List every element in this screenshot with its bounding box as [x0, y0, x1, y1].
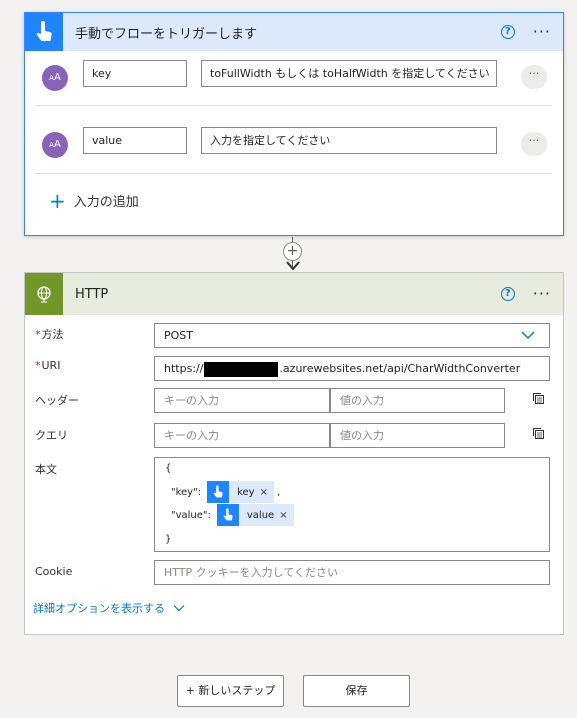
uri-field[interactable]: https://.azurewebsites.net/api/CharWidth…: [154, 356, 550, 381]
divider: [35, 105, 552, 106]
cookie-label: Cookie: [35, 565, 73, 578]
arrow-down-icon: [286, 261, 300, 271]
dynamic-content-token[interactable]: key ×: [207, 481, 274, 503]
headers-label: ヘッダー: [35, 394, 79, 407]
method-value: POST: [164, 329, 193, 342]
cookie-input[interactable]: HTTP クッキーを入力してください: [154, 560, 550, 585]
text-input-type-icon: AA: [42, 65, 68, 91]
advanced-options-label: 詳細オプションを表示する: [33, 602, 165, 615]
switch-to-text-mode-icon[interactable]: [532, 427, 546, 441]
manual-trigger-icon: [216, 504, 239, 526]
headers-value-input[interactable]: 値の入力: [330, 388, 505, 413]
dynamic-content-token[interactable]: value ×: [216, 504, 294, 526]
redacted-block: [204, 361, 279, 377]
manual-trigger-icon: [207, 481, 230, 503]
globe-icon: [25, 273, 63, 315]
chevron-down-icon: [173, 605, 185, 612]
switch-to-text-mode-icon[interactable]: [532, 392, 546, 406]
add-input-label: 入力の追加: [73, 195, 139, 210]
body-key-line: "key": key × ,: [165, 481, 280, 503]
queries-label: クエリ: [35, 429, 68, 442]
trigger-input-row: AA value 入力を指定してください ···: [25, 126, 563, 166]
remove-token-icon[interactable]: ×: [260, 487, 274, 498]
http-action-card: HTTP ? ··· *方法 POST *URI https://.azurew…: [24, 272, 564, 635]
queries-value-input[interactable]: 値の入力: [330, 423, 505, 448]
new-step-button[interactable]: + 新しいステップ: [177, 675, 284, 707]
manual-trigger-icon: [25, 13, 63, 51]
queries-key-input[interactable]: キーの入力: [154, 423, 330, 448]
body-value-line: "value": value ×: [165, 504, 297, 526]
input-more-button[interactable]: ···: [521, 65, 547, 89]
http-title: HTTP: [75, 286, 109, 302]
trigger-input-row: AA key toFullWidth もしくは toHalfWidth を指定し…: [25, 59, 563, 99]
insert-step-button[interactable]: +: [283, 242, 302, 261]
chevron-down-icon: [521, 331, 535, 340]
more-options-icon[interactable]: ···: [533, 24, 551, 40]
plus-icon: +: [49, 188, 66, 213]
remove-token-icon[interactable]: ×: [279, 510, 293, 521]
input-description-field[interactable]: toFullWidth もしくは toHalfWidth を指定してください: [201, 60, 497, 87]
input-name-field[interactable]: key: [83, 60, 187, 87]
input-description-field[interactable]: 入力を指定してください: [201, 127, 497, 154]
divider: [35, 173, 552, 174]
body-open-brace: {: [165, 463, 172, 474]
input-more-button[interactable]: ···: [521, 132, 547, 156]
more-options-icon[interactable]: ···: [533, 286, 551, 302]
help-icon[interactable]: ?: [500, 287, 515, 301]
body-close-brace: }: [165, 534, 172, 545]
add-input-button[interactable]: + 入力の追加: [49, 188, 139, 213]
trigger-card: 手動でフローをトリガーします ? ··· AA key toFullWidth …: [24, 12, 564, 236]
help-icon[interactable]: ?: [500, 25, 515, 39]
method-dropdown[interactable]: POST: [154, 323, 550, 348]
trigger-header[interactable]: 手動でフローをトリガーします ? ···: [25, 13, 563, 51]
http-header[interactable]: HTTP ? ···: [25, 273, 563, 315]
body-label: 本文: [35, 463, 57, 476]
show-advanced-options-link[interactable]: 詳細オプションを表示する: [33, 600, 185, 616]
headers-key-input[interactable]: キーの入力: [154, 388, 330, 413]
method-label: *方法: [35, 328, 64, 341]
body-editor[interactable]: { "key": key × , "value": value × }: [154, 457, 550, 552]
save-button[interactable]: 保存: [303, 675, 410, 707]
trigger-title: 手動でフローをトリガーします: [75, 26, 258, 42]
uri-label: *URI: [35, 359, 61, 372]
text-input-type-icon: AA: [42, 132, 68, 158]
input-name-field[interactable]: value: [83, 127, 187, 154]
